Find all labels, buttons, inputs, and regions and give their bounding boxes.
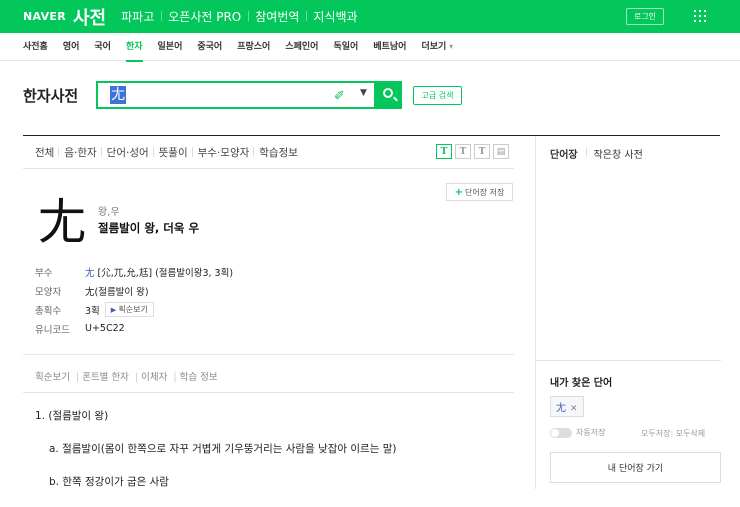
- radical-variants: [尣,兀,允,尪]: [97, 267, 153, 279]
- login-button[interactable]: 로그인: [626, 8, 664, 25]
- auto-save-toggle[interactable]: 자동저장: [550, 427, 605, 438]
- top-nav-translation[interactable]: 참여번역: [248, 8, 306, 25]
- main-content: 전체 음·한자 단어·성어 뜻풀이 부수·모양자 학습정보 T T T ▤ + 단…: [23, 135, 721, 489]
- hanja-reading: 왕,우: [98, 207, 120, 218]
- toggle-switch[interactable]: [550, 427, 572, 438]
- subtab-stroke-order[interactable]: 획순보기: [35, 369, 70, 383]
- sidebar: 단어장 작은창 사전 내가 찾은 단어 尢✕ 자동저장 모두저장 모두삭제 내 …: [535, 136, 721, 489]
- page-title: 한자사전: [23, 87, 79, 105]
- shape-value: 尢(절름발이 왕): [85, 286, 149, 298]
- subtab-study[interactable]: 학습 정보: [173, 369, 218, 383]
- handwriting-icon[interactable]: ✐: [334, 89, 345, 104]
- nav-french[interactable]: 프랑스어: [237, 33, 270, 61]
- nav-spanish[interactable]: 스페인어: [285, 33, 318, 61]
- definition-1a: a. 절름발이(몸이 한쪽으로 자꾸 거볍게 기우뚱거리는 사람을 낮잡아 이르…: [49, 443, 397, 455]
- font-large-button[interactable]: T: [474, 144, 490, 159]
- font-medium-button[interactable]: T: [455, 144, 471, 159]
- top-nav-open-dict[interactable]: 오픈사전 PRO: [161, 8, 248, 25]
- search-row: 한자사전 尢 ✐ ▼ 고급 검색: [0, 61, 740, 135]
- info-shape-row: 모양자 尢(절름발이 왕): [35, 281, 233, 300]
- go-to-wordbook-button[interactable]: 내 단어장 가기: [550, 452, 721, 483]
- search-input-value[interactable]: 尢: [110, 86, 126, 104]
- top-nav-encyclopedia[interactable]: 지식백과: [306, 8, 364, 25]
- entry-panel: 전체 음·한자 단어·성어 뜻풀이 부수·모양자 학습정보 T T T ▤ + 단…: [23, 136, 514, 488]
- tab-wordbook[interactable]: 단어장: [550, 146, 578, 161]
- advanced-search-button[interactable]: 고급 검색: [413, 86, 462, 105]
- stroke-order-button[interactable]: 획순보기: [104, 302, 154, 317]
- tab-study-info[interactable]: 학습정보: [253, 145, 298, 160]
- hanja-meaning: 절름발이 왕, 더욱 우: [98, 221, 200, 235]
- search-input[interactable]: 尢 ✐ ▼: [96, 81, 376, 109]
- found-word-chip[interactable]: 尢 ✕: [550, 396, 584, 417]
- plus-icon: +: [454, 186, 464, 198]
- save-all-button[interactable]: 모두저장: [641, 428, 670, 439]
- top-nav-papago[interactable]: 파파고: [114, 8, 161, 25]
- tab-definitions[interactable]: 뜻풀이: [152, 145, 188, 160]
- delete-all-button[interactable]: 모두삭제: [670, 428, 705, 439]
- nav-vietnamese[interactable]: 베트남어: [373, 33, 406, 61]
- nav-chinese[interactable]: 중국어: [197, 33, 222, 61]
- nav-hanja[interactable]: 한자: [125, 33, 143, 62]
- hanja-character: 尢: [38, 194, 87, 250]
- divider: [23, 392, 514, 393]
- tab-radical-shape[interactable]: 부수·모양자: [191, 145, 249, 160]
- strokes-value: 3획: [85, 305, 100, 317]
- hanja-info: 부수 尢 [尣,兀,允,尪] (절름발이왕3, 3획) 모양자 尢(절름발이 왕…: [35, 262, 233, 338]
- nav-japanese[interactable]: 일본어: [158, 33, 183, 61]
- nav-german[interactable]: 독일어: [333, 33, 358, 61]
- divider: [536, 360, 721, 361]
- definitions: 1. (절름발이 왕) a. 절름발이(몸이 한쪽으로 자꾸 거볍게 기우뚱거리…: [35, 408, 396, 507]
- tab-words-idioms[interactable]: 단어·성어: [100, 145, 149, 160]
- found-words-title: 내가 찾은 단어: [550, 378, 613, 389]
- definition-1: 1. (절름발이 왕): [35, 410, 109, 422]
- search-button[interactable]: [376, 81, 402, 109]
- close-icon[interactable]: ✕: [570, 404, 578, 414]
- nav-english[interactable]: 영어: [63, 33, 80, 61]
- sidebar-tabs: 단어장 작은창 사전: [536, 136, 720, 161]
- subtab-variants[interactable]: 이체자: [135, 369, 167, 383]
- nav-home[interactable]: 사전홈: [23, 33, 48, 61]
- divider: [23, 354, 514, 355]
- radical-link[interactable]: 尢: [85, 268, 95, 279]
- nav-korean[interactable]: 국어: [94, 33, 111, 61]
- tab-all[interactable]: 전체: [35, 145, 54, 160]
- dictionary-brand[interactable]: 사전: [73, 4, 106, 30]
- detail-subtabs: 획순보기 폰트별 한자 이체자 학습 정보: [35, 369, 224, 383]
- definition-1b: b. 한쪽 정강이가 굽은 사람: [49, 476, 169, 488]
- subtab-fonts[interactable]: 폰트별 한자: [76, 369, 129, 383]
- info-unicode-row: 유니코드 U+5C22: [35, 323, 125, 336]
- unicode-value: U+5C22: [85, 323, 125, 334]
- tab-mini-dictionary[interactable]: 작은창 사전: [585, 146, 643, 161]
- tab-sound-hanja[interactable]: 음·한자: [58, 145, 97, 160]
- nav-more[interactable]: 더보기: [421, 33, 453, 61]
- top-nav: 파파고 오픈사전 PRO 참여번역 지식백과: [114, 8, 364, 25]
- search-icon: [383, 88, 393, 98]
- dictionary-nav: 사전홈 영어 국어 한자 일본어 중국어 프랑스어 스페인어 독일어 베트남어 …: [0, 33, 740, 62]
- naver-logo[interactable]: NAVER: [23, 10, 66, 23]
- apps-grid-icon[interactable]: [694, 10, 706, 22]
- font-small-button[interactable]: T: [436, 144, 452, 159]
- info-strokes-row: 총획수 3획 획순보기: [35, 300, 233, 319]
- save-to-wordbook-button[interactable]: + 단어장 저장: [446, 183, 513, 201]
- print-icon[interactable]: ▤: [493, 144, 509, 159]
- radical-desc: (절름발이왕3, 3획): [155, 267, 234, 279]
- top-bar: NAVER 사전 파파고 오픈사전 PRO 참여번역 지식백과 로그인: [0, 0, 740, 33]
- chevron-down-icon[interactable]: ▼: [360, 88, 367, 98]
- font-size-tools: T T T ▤: [436, 144, 512, 159]
- info-radical-row: 부수 尢 [尣,兀,允,尪] (절름발이왕3, 3획): [35, 267, 234, 279]
- wordbook-actions: 모두저장 모두삭제: [641, 428, 705, 439]
